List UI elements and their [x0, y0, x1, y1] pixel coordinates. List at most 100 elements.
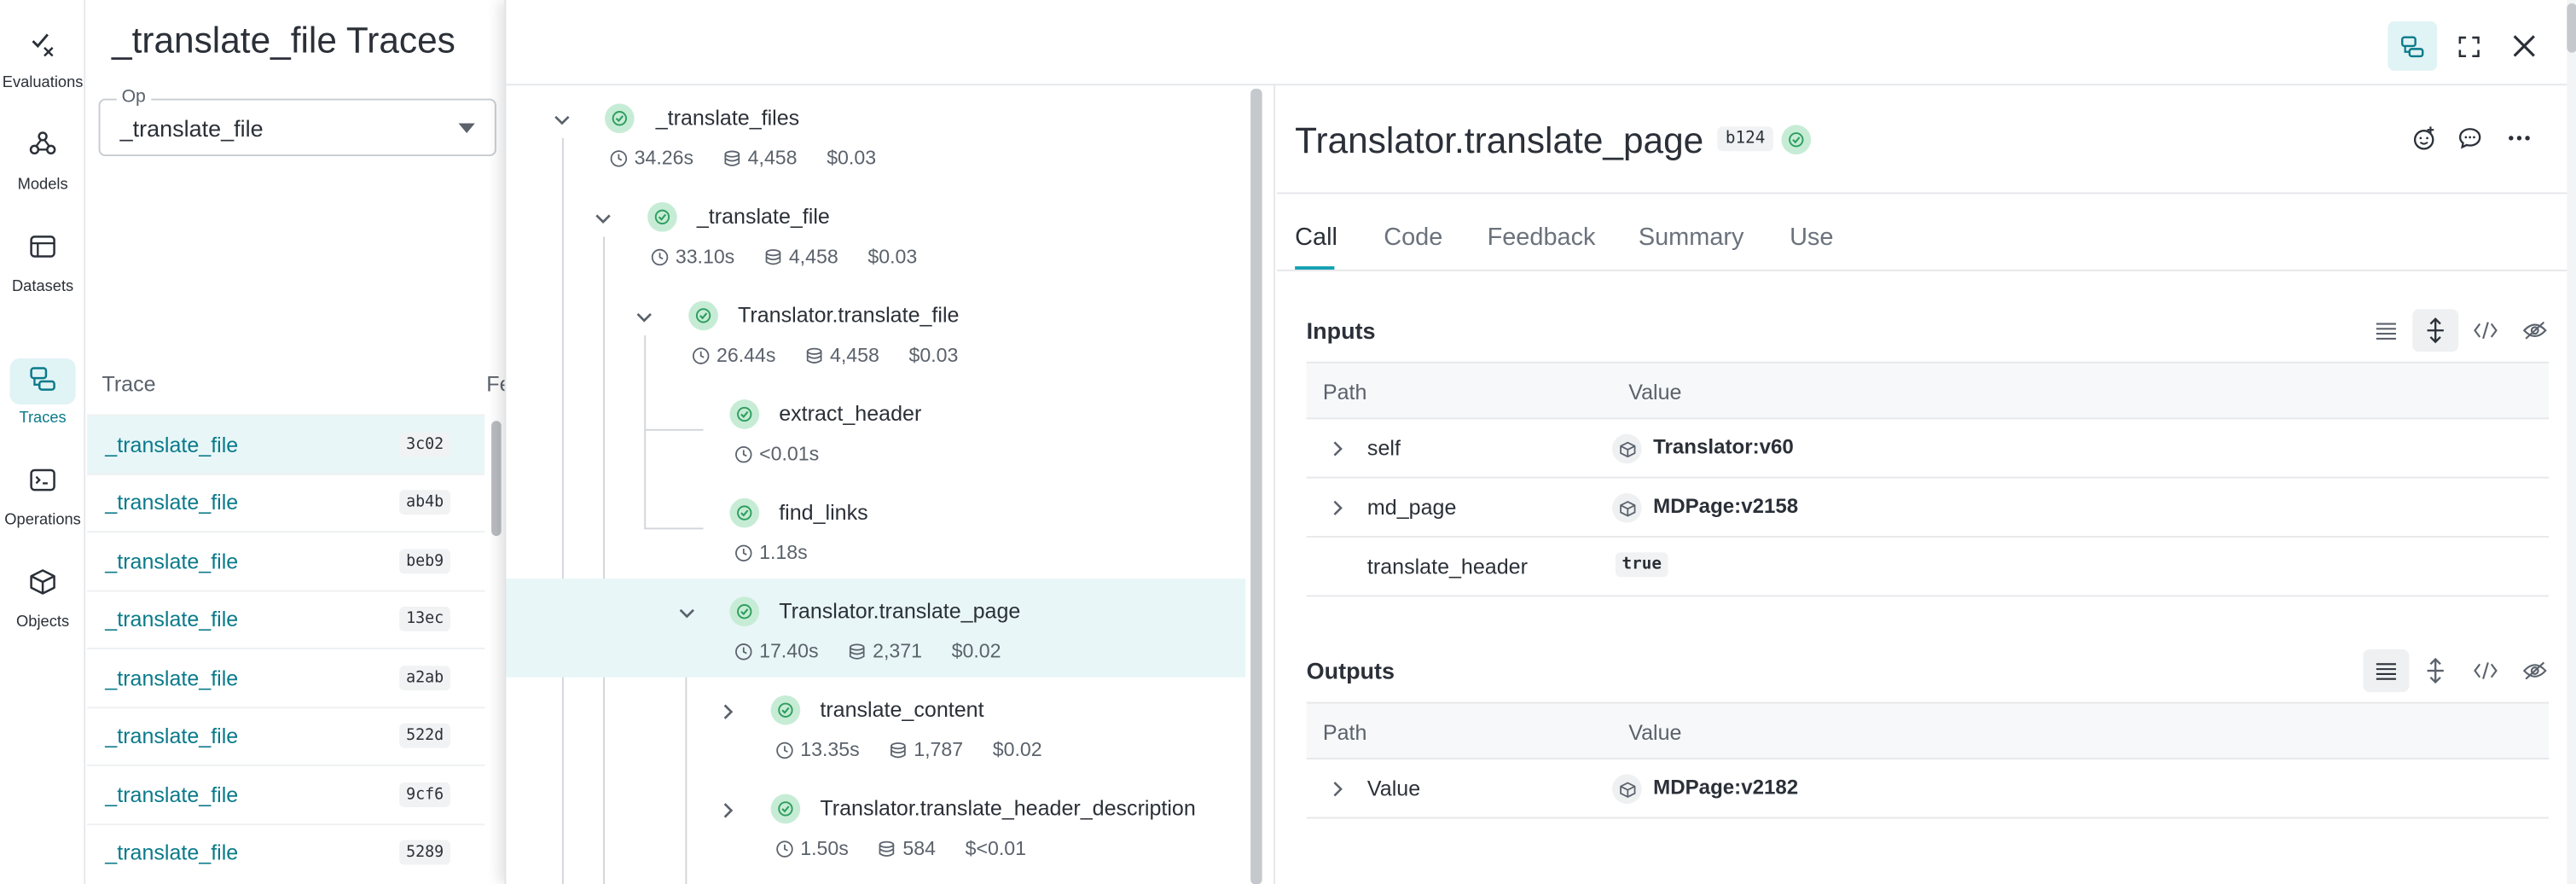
trace-link[interactable]: _translate_file	[105, 549, 238, 573]
column-header-path: Path	[1322, 719, 1367, 745]
chevron-right-icon[interactable]	[718, 800, 738, 820]
table-row[interactable]: _translate_file ab4b	[87, 472, 485, 531]
token-count: 4,458	[747, 146, 798, 170]
tree-node[interactable]: _translate_files 34.26s 4,458 $0.03	[506, 85, 1245, 184]
tokens-icon	[891, 742, 906, 758]
panel-divider[interactable]	[1273, 85, 1276, 884]
nav-objects[interactable]: Objects	[0, 562, 85, 631]
tab-use[interactable]: Use	[1790, 224, 1833, 252]
tree-node[interactable]: _translate_file 33.10s 4,458 $0.03	[506, 184, 1245, 283]
list-view-button[interactable]	[2363, 649, 2410, 693]
unfold-icon	[2427, 657, 2444, 684]
trace-link[interactable]: _translate_file	[105, 666, 238, 690]
inputs-table-header: Path Value	[1306, 361, 2550, 420]
column-header-trace[interactable]: Trace	[102, 371, 155, 396]
tab-feedback[interactable]: Feedback	[1488, 224, 1596, 252]
trace-link[interactable]: _translate_file	[105, 491, 238, 515]
add-reaction-button[interactable]	[2411, 125, 2440, 154]
close-button[interactable]	[2499, 21, 2549, 71]
tree-node-selected[interactable]: Translator.translate_page 17.40s 2,371 $…	[506, 579, 1246, 678]
clock-icon	[651, 247, 669, 265]
tree-scrollbar[interactable]	[1250, 89, 1262, 884]
fullscreen-button[interactable]	[2444, 21, 2493, 71]
inputs-row: translate_header true	[1306, 538, 2550, 597]
trace-link[interactable]: _translate_file	[105, 607, 238, 631]
table-row[interactable]: _translate_file 9cf6	[87, 764, 485, 823]
chevron-right-icon[interactable]	[1330, 779, 1346, 799]
trace-link[interactable]: _translate_file	[105, 840, 238, 865]
expand-all-button[interactable]	[2412, 649, 2458, 692]
tab-summary[interactable]: Summary	[1639, 224, 1744, 252]
table-row[interactable]: _translate_file 3c02	[87, 414, 485, 473]
chevron-right-icon[interactable]	[718, 702, 738, 722]
list-view-button[interactable]	[2363, 309, 2409, 352]
object-icon	[1611, 492, 1642, 523]
object-ref-link[interactable]: MDPage:v2182	[1653, 776, 1798, 799]
trace-link[interactable]: _translate_file	[105, 432, 238, 457]
traces-scrollbar[interactable]	[491, 421, 502, 537]
input-key: translate_header	[1366, 554, 1528, 579]
close-icon	[2513, 35, 2535, 57]
object-ref-link[interactable]: MDPage:v2158	[1653, 495, 1798, 518]
chevron-down-icon[interactable]	[552, 110, 571, 130]
nav-models[interactable]: Models	[0, 125, 85, 194]
table-row[interactable]: _translate_file 522d	[87, 706, 485, 764]
call-version-badge[interactable]: b124	[1717, 126, 1773, 152]
code-view-button[interactable]	[2462, 649, 2508, 692]
table-row[interactable]: _translate_file beb9	[87, 531, 485, 589]
drawer-scrollbar[interactable]	[2567, 3, 2576, 53]
clock-icon	[735, 445, 752, 462]
chevron-right-icon[interactable]	[1330, 498, 1346, 518]
trace-link[interactable]: _translate_file	[105, 782, 238, 807]
tokens-icon	[806, 346, 822, 363]
tree-node[interactable]: Translator.translate_header_description …	[506, 776, 1245, 875]
clock-icon	[776, 840, 793, 857]
chevron-down-icon[interactable]	[677, 603, 697, 623]
more-options-button[interactable]	[2506, 125, 2536, 154]
tab-code[interactable]: Code	[1384, 224, 1442, 252]
tree-node[interactable]: translate_content 13.35s 1,787 $0.02	[506, 678, 1245, 776]
eye-off-icon	[2521, 321, 2546, 340]
object-ref-link[interactable]: Translator:v60	[1653, 436, 1794, 459]
table-row[interactable]: _translate_file 5289	[87, 823, 485, 881]
nav-operations[interactable]: Operations	[0, 460, 85, 529]
table-row[interactable]: _translate_file a2ab	[87, 648, 485, 706]
clock-icon	[692, 346, 710, 363]
outputs-row[interactable]: Value MDPage:v2182	[1306, 759, 2550, 819]
trace-id-badge: 13ec	[399, 607, 450, 632]
comment-icon	[2458, 128, 2481, 149]
nav-traces[interactable]: Traces	[0, 358, 85, 427]
inputs-row[interactable]: self Translator:v60	[1306, 419, 2550, 479]
node-metrics: 33.10s 4,458 $0.03	[651, 245, 917, 268]
chevron-down-icon[interactable]	[594, 209, 613, 229]
hide-button[interactable]	[2511, 649, 2557, 692]
tab-call[interactable]: Call	[1295, 224, 1337, 252]
tokens-icon	[879, 840, 895, 856]
page-title: _translate_file Traces	[112, 20, 455, 61]
list-icon	[2376, 323, 2396, 340]
trace-link[interactable]: _translate_file	[105, 724, 238, 748]
chevron-right-icon[interactable]	[1330, 439, 1346, 458]
nav-evaluations[interactable]: Evaluations	[0, 23, 85, 92]
tree-view-button[interactable]	[2387, 21, 2438, 71]
tokens-icon	[849, 643, 865, 659]
node-metrics: <0.01s	[734, 442, 819, 465]
list-icon	[2376, 663, 2396, 680]
inputs-row[interactable]: md_page MDPage:v2158	[1306, 479, 2550, 538]
chevron-down-icon[interactable]	[635, 307, 654, 327]
tree-node[interactable]: find_links 1.18s	[506, 480, 1245, 579]
tree-node[interactable]: extract_header <0.01s	[506, 381, 1245, 480]
hide-button[interactable]	[2511, 309, 2557, 352]
expand-all-button[interactable]	[2412, 309, 2459, 352]
latency: 33.10s	[675, 245, 735, 269]
tree-node[interactable]: Translator.translate_file 26.44s 4,458 $…	[506, 282, 1245, 381]
code-view-button[interactable]	[2462, 309, 2508, 352]
success-icon	[770, 695, 801, 725]
clock-icon	[735, 544, 752, 561]
table-row[interactable]: _translate_file 13ec	[87, 589, 485, 648]
nav-datasets[interactable]: Datasets	[0, 227, 85, 296]
comment-button[interactable]	[2457, 125, 2486, 154]
cost: $0.03	[908, 343, 959, 367]
op-filter-select[interactable]: Op _translate_file	[98, 87, 496, 157]
trace-id-badge: 5289	[399, 840, 450, 865]
